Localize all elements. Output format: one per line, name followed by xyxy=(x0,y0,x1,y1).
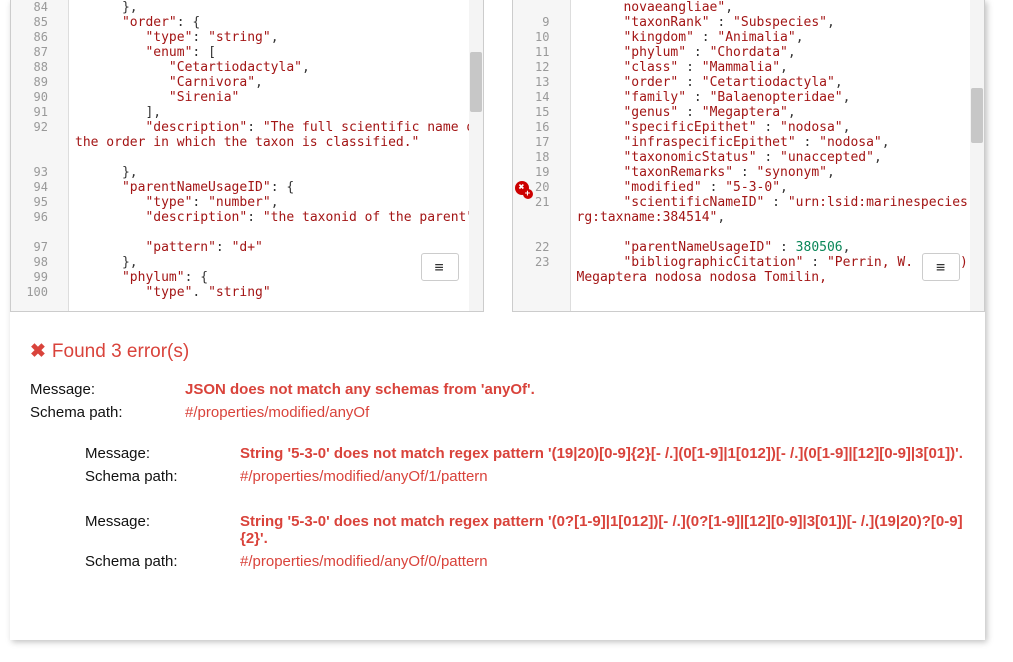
code-line[interactable]: "taxonRank" : "Subspecies", xyxy=(577,15,985,30)
error-label: Message: xyxy=(85,513,240,547)
line-number: 91 xyxy=(11,105,48,120)
line-number: 19 xyxy=(513,165,550,180)
line-number: 96 xyxy=(11,210,48,240)
code-line[interactable]: "family" : "Balaenopteridae", xyxy=(577,90,985,105)
right-scrollbar[interactable] xyxy=(970,0,984,311)
error-label: Schema path: xyxy=(85,553,240,570)
error-value: String '5-3-0' does not match regex patt… xyxy=(240,513,965,547)
code-line[interactable]: "order": { xyxy=(75,15,483,30)
line-number: 22 xyxy=(513,240,550,255)
error-marker-icon[interactable]: ✖ xyxy=(515,181,529,195)
code-line[interactable]: "taxonomicStatus" : "unaccepted", xyxy=(577,150,985,165)
schema-editor[interactable]: 84858687888990919293949596979899100 }, "… xyxy=(10,0,484,312)
line-number: 100 xyxy=(11,285,48,300)
line-number: 97 xyxy=(11,240,48,255)
code-line[interactable]: "specificEpithet" : "nodosa", xyxy=(577,120,985,135)
error-row: Message:String '5-3-0' does not match re… xyxy=(85,513,965,547)
left-scroll-thumb[interactable] xyxy=(470,52,482,112)
code-line[interactable]: "scientificNameID" : "urn:lsid:marinespe… xyxy=(577,195,985,240)
error-row: Schema path:#/properties/modified/anyOf/… xyxy=(85,468,965,485)
line-number: 17 xyxy=(513,135,550,150)
line-number: 9 xyxy=(513,15,550,30)
code-line[interactable]: "Carnivora", xyxy=(75,75,483,90)
code-line[interactable]: ], xyxy=(75,105,483,120)
code-line[interactable]: "description": "The full scientific name… xyxy=(75,120,483,165)
code-line[interactable]: "description": "the taxonid of the paren… xyxy=(75,210,483,240)
code-line[interactable]: "order" : "Cetartiodactyla", xyxy=(577,75,985,90)
code-line[interactable]: }, xyxy=(75,0,483,15)
code-line[interactable]: }, xyxy=(75,165,483,180)
line-number: 13 xyxy=(513,75,550,90)
right-gutter: 91011121314151617181920212223 xyxy=(513,0,571,311)
document-editor[interactable]: 91011121314151617181920212223 novaeangli… xyxy=(512,0,986,312)
left-toolbox-button[interactable]: ≡ xyxy=(421,253,459,281)
error-icon: ✖ xyxy=(30,341,46,362)
code-line[interactable]: "enum": [ xyxy=(75,45,483,60)
line-number: 84 xyxy=(11,0,48,15)
list-icon: ≡ xyxy=(434,265,444,269)
right-scroll-thumb[interactable] xyxy=(971,88,983,143)
error-label: Schema path: xyxy=(85,468,240,485)
code-line[interactable]: "Sirenia" xyxy=(75,90,483,105)
line-number: 16 xyxy=(513,120,550,135)
error-label: Message: xyxy=(30,381,185,398)
line-number: 88 xyxy=(11,60,48,75)
line-number: 90 xyxy=(11,90,48,105)
error-row: Message:JSON does not match any schemas … xyxy=(30,381,965,398)
line-number: 93 xyxy=(11,165,48,180)
left-scrollbar[interactable] xyxy=(469,0,483,311)
error-summary: ✖ Found 3 error(s) xyxy=(30,340,965,363)
code-line[interactable]: "genus" : "Megaptera", xyxy=(577,105,985,120)
line-number: 89 xyxy=(11,75,48,90)
line-number: 85 xyxy=(11,15,48,30)
line-number: 10 xyxy=(513,30,550,45)
line-number: 86 xyxy=(11,30,48,45)
line-number: 11 xyxy=(513,45,550,60)
code-line[interactable]: novaeangliae", xyxy=(577,0,985,15)
code-line[interactable]: "parentNameUsageID": { xyxy=(75,180,483,195)
app-frame: 84858687888990919293949596979899100 }, "… xyxy=(10,0,985,640)
right-toolbox-button[interactable]: ≡ xyxy=(922,253,960,281)
code-line[interactable]: "type": "string", xyxy=(75,30,483,45)
error-row: Schema path:#/properties/modified/anyOf xyxy=(30,404,965,421)
error-label: Schema path: xyxy=(30,404,185,421)
line-number: 21 xyxy=(513,195,550,240)
line-number: 99 xyxy=(11,270,48,285)
code-line[interactable]: "phylum" : "Chordata", xyxy=(577,45,985,60)
line-number: 94 xyxy=(11,180,48,195)
line-number: 98 xyxy=(11,255,48,270)
line-number: 95 xyxy=(11,195,48,210)
error-value: JSON does not match any schemas from 'an… xyxy=(185,381,965,398)
left-gutter: 84858687888990919293949596979899100 xyxy=(11,0,69,311)
error-value: #/properties/modified/anyOf/0/pattern xyxy=(240,553,965,570)
line-number: 18 xyxy=(513,150,550,165)
code-line[interactable]: "class" : "Mammalia", xyxy=(577,60,985,75)
validation-results: ✖Found 3 error(s) Message:JSON does not … xyxy=(10,312,985,586)
error-value: #/properties/modified/anyOf/1/pattern xyxy=(240,468,965,485)
error-label: Message: xyxy=(85,445,240,462)
editors-row: 84858687888990919293949596979899100 }, "… xyxy=(10,0,985,312)
code-line[interactable]: "Cetartiodactyla", xyxy=(75,60,483,75)
code-line[interactable]: "taxonRemarks" : "synonym", xyxy=(577,165,985,180)
code-line[interactable]: "kingdom" : "Animalia", xyxy=(577,30,985,45)
error-value: String '5-3-0' does not match regex patt… xyxy=(240,445,965,462)
list-icon: ≡ xyxy=(936,265,946,269)
error-value: #/properties/modified/anyOf xyxy=(185,404,965,421)
line-number: 23 xyxy=(513,255,550,285)
code-line[interactable]: "type". "string" xyxy=(75,285,483,300)
line-number: 87 xyxy=(11,45,48,60)
line-number: 14 xyxy=(513,90,550,105)
line-number: 15 xyxy=(513,105,550,120)
error-count-text: Found 3 error(s) xyxy=(52,341,189,362)
line-number: 12 xyxy=(513,60,550,75)
code-line[interactable]: "modified" : "5-3-0", xyxy=(577,180,985,195)
line-number xyxy=(513,0,550,15)
error-row: Schema path:#/properties/modified/anyOf/… xyxy=(85,553,965,570)
code-line[interactable]: "infraspecificEpithet" : "nodosa", xyxy=(577,135,985,150)
code-line[interactable]: "type": "number", xyxy=(75,195,483,210)
error-row: Message:String '5-3-0' does not match re… xyxy=(85,445,965,462)
line-number: 92 xyxy=(11,120,48,165)
